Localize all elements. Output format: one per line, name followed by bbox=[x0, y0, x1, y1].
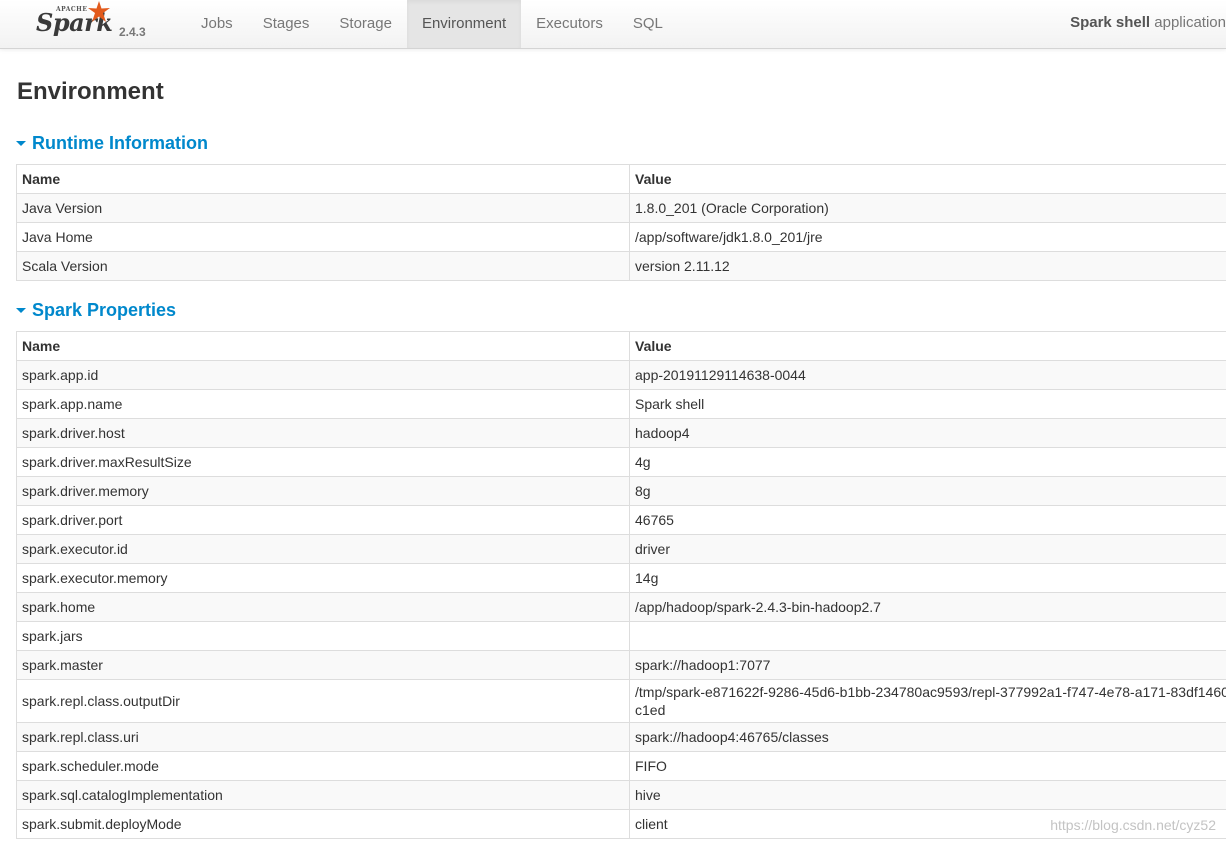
table-row: spark.driver.port 46765 bbox=[16, 505, 1226, 535]
property-name: spark.repl.class.outputDir bbox=[16, 679, 630, 723]
table-header-row: Name Value bbox=[16, 164, 1226, 194]
table-row: spark.app.name Spark shell bbox=[16, 389, 1226, 419]
tab-executors[interactable]: Executors bbox=[521, 0, 618, 48]
property-name: spark.repl.class.uri bbox=[16, 722, 630, 752]
watermark: https://blog.csdn.net/cyz52 bbox=[1050, 817, 1216, 833]
table-row: spark.driver.host hadoop4 bbox=[16, 418, 1226, 448]
table-row: Java Version 1.8.0_201 (Oracle Corporati… bbox=[16, 193, 1226, 223]
property-value bbox=[629, 621, 1226, 651]
runtime-information-toggle[interactable]: Runtime Information bbox=[16, 133, 208, 154]
property-name: spark.app.name bbox=[16, 389, 630, 419]
property-name: spark.driver.port bbox=[16, 505, 630, 535]
table-row: spark.submit.deployMode client bbox=[16, 809, 1226, 839]
property-name: spark.driver.host bbox=[16, 418, 630, 448]
spark-star-icon bbox=[88, 1, 110, 22]
application-title: Spark shell application bbox=[1070, 0, 1226, 48]
table-row: spark.driver.memory 8g bbox=[16, 476, 1226, 506]
property-value: driver bbox=[629, 534, 1226, 564]
caret-down-icon bbox=[16, 308, 26, 313]
spark-properties-table: Name Value spark.app.id app-2019112911463… bbox=[16, 331, 1226, 839]
tab-stages[interactable]: Stages bbox=[248, 0, 325, 48]
property-value: /app/software/jdk1.8.0_201/jre bbox=[629, 222, 1226, 252]
property-name: spark.master bbox=[16, 650, 630, 680]
spark-logo[interactable]: APACHE Spark 2.4.3 bbox=[34, 0, 164, 48]
tab-storage[interactable]: Storage bbox=[324, 0, 407, 48]
property-name: spark.submit.deployMode bbox=[16, 809, 630, 839]
runtime-information-table: Name Value Java Version 1.8.0_201 (Oracl… bbox=[16, 164, 1226, 281]
property-value: /app/hadoop/spark-2.4.3-bin-hadoop2.7 bbox=[629, 592, 1226, 622]
property-name: Java Version bbox=[16, 193, 630, 223]
table-row: spark.scheduler.mode FIFO bbox=[16, 751, 1226, 781]
property-name: spark.scheduler.mode bbox=[16, 751, 630, 781]
runtime-information-title: Runtime Information bbox=[32, 133, 208, 153]
tab-environment[interactable]: Environment bbox=[406, 0, 522, 48]
table-row: spark.app.id app-20191129114638-0044 bbox=[16, 360, 1226, 390]
property-value: version 2.11.12 bbox=[629, 251, 1226, 281]
property-value: spark://hadoop4:46765/classes bbox=[629, 722, 1226, 752]
property-name: spark.driver.memory bbox=[16, 476, 630, 506]
property-value: app-20191129114638-0044 bbox=[629, 360, 1226, 390]
page-title: Environment bbox=[17, 78, 164, 105]
property-value: 4g bbox=[629, 447, 1226, 477]
version-label: 2.4.3 bbox=[119, 25, 146, 39]
nav-tabs: Jobs Stages Storage Environment Executor… bbox=[186, 0, 678, 48]
top-navbar: APACHE Spark 2.4.3 Jobs Stages Storage E… bbox=[0, 0, 1226, 49]
property-value: spark://hadoop1:7077 bbox=[629, 650, 1226, 680]
property-name: spark.executor.memory bbox=[16, 563, 630, 593]
table-row: spark.sql.catalogImplementation hive bbox=[16, 780, 1226, 810]
table-row: Java Home /app/software/jdk1.8.0_201/jre bbox=[16, 222, 1226, 252]
column-header-name[interactable]: Name bbox=[16, 164, 630, 194]
property-name: spark.app.id bbox=[16, 360, 630, 390]
property-name: spark.driver.maxResultSize bbox=[16, 447, 630, 477]
property-value: Spark shell bbox=[629, 389, 1226, 419]
property-value: hive bbox=[629, 780, 1226, 810]
table-header-row: Name Value bbox=[16, 331, 1226, 361]
property-name: spark.executor.id bbox=[16, 534, 630, 564]
property-value: 14g bbox=[629, 563, 1226, 593]
property-name: Java Home bbox=[16, 222, 630, 252]
property-value: 8g bbox=[629, 476, 1226, 506]
table-row: Scala Version version 2.11.12 bbox=[16, 251, 1226, 281]
property-value: /tmp/spark-e871622f-9286-45d6-b1bb-23478… bbox=[629, 679, 1226, 723]
property-value: 1.8.0_201 (Oracle Corporation) bbox=[629, 193, 1226, 223]
property-name: Scala Version bbox=[16, 251, 630, 281]
application-suffix: application bbox=[1150, 14, 1226, 31]
table-row: spark.repl.class.uri spark://hadoop4:4676… bbox=[16, 722, 1226, 752]
property-name: spark.jars bbox=[16, 621, 630, 651]
property-value: FIFO bbox=[629, 751, 1226, 781]
table-row: spark.driver.maxResultSize 4g bbox=[16, 447, 1226, 477]
table-row: spark.executor.memory 14g bbox=[16, 563, 1226, 593]
table-row: spark.jars bbox=[16, 621, 1226, 651]
column-header-name[interactable]: Name bbox=[16, 331, 630, 361]
table-row: spark.repl.class.outputDir/tmp/spark-e87… bbox=[16, 679, 1226, 723]
tab-sql[interactable]: SQL bbox=[618, 0, 678, 48]
application-name: Spark shell bbox=[1070, 14, 1151, 31]
spark-properties-title: Spark Properties bbox=[32, 300, 177, 320]
table-row: spark.master spark://hadoop1:7077 bbox=[16, 650, 1226, 680]
property-name: spark.sql.catalogImplementation bbox=[16, 780, 630, 810]
table-row: spark.executor.id driver bbox=[16, 534, 1226, 564]
column-header-value[interactable]: Value bbox=[629, 331, 1226, 361]
property-name: spark.home bbox=[16, 592, 630, 622]
property-value: hadoop4 bbox=[629, 418, 1226, 448]
tab-jobs[interactable]: Jobs bbox=[186, 0, 248, 48]
column-header-value[interactable]: Value bbox=[629, 164, 1226, 194]
spark-properties-toggle[interactable]: Spark Properties bbox=[16, 300, 176, 321]
property-value: 46765 bbox=[629, 505, 1226, 535]
caret-down-icon bbox=[16, 141, 26, 146]
table-row: spark.home/app/hadoop/spark-2.4.3-bin-ha… bbox=[16, 592, 1226, 622]
